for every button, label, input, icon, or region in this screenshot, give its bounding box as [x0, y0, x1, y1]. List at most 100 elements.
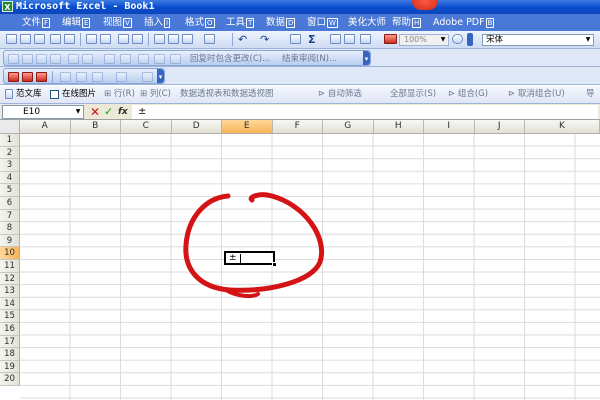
toolbar-options-icon[interactable]: ▾ — [157, 69, 164, 83]
menu-beautify-master[interactable]: 美化大师 — [348, 15, 386, 30]
permission-icon[interactable] — [50, 34, 61, 44]
enter-check-icon[interactable]: ✓ — [104, 104, 113, 120]
column-header-c[interactable]: C — [121, 120, 172, 134]
row-header-2[interactable]: 2 — [0, 146, 20, 160]
insert-function-icon[interactable]: fx — [118, 104, 128, 120]
row-button[interactable]: ⊞ 行(R) — [104, 88, 135, 101]
row-header-12[interactable]: 12 — [0, 272, 20, 286]
cancel-icon[interactable]: ✕ — [90, 104, 100, 120]
menu-help[interactable]: 帮助 H — [392, 15, 422, 30]
autofilter-button[interactable]: ⊳ 自动筛选 — [318, 88, 362, 101]
show-comment-icon[interactable] — [82, 54, 93, 64]
more-button[interactable]: 导 — [586, 88, 595, 101]
pivot-table-button[interactable]: 数据透视表和数据透视图 — [180, 88, 274, 101]
pdf-convert-icon[interactable] — [8, 72, 19, 82]
paste-icon[interactable] — [182, 34, 193, 44]
chart-wizard-icon[interactable] — [360, 34, 371, 44]
row-header-1[interactable]: 1 — [0, 134, 20, 147]
hyperlink-icon[interactable] — [290, 34, 301, 44]
menu-tools[interactable]: 工具 T — [226, 15, 255, 30]
toolbar-grip-icon[interactable] — [467, 33, 473, 46]
active-cell-e10[interactable]: ± — [224, 251, 275, 265]
template-icon[interactable] — [5, 89, 13, 99]
formula-input[interactable]: ± — [132, 105, 598, 119]
row-header-5[interactable]: 5 — [0, 184, 20, 197]
copy-icon[interactable] — [168, 34, 179, 44]
column-button[interactable]: ⊞ 列(C) — [140, 88, 171, 101]
email-icon[interactable] — [64, 34, 75, 44]
template-library-button[interactable]: 范文库 — [16, 88, 42, 101]
row-header-7[interactable]: 7 — [0, 209, 20, 223]
menu-data[interactable]: 数据 D — [266, 15, 296, 30]
delete-comment-icon[interactable] — [120, 54, 131, 64]
cell-grid[interactable] — [20, 134, 600, 400]
properties-icon[interactable] — [116, 72, 127, 82]
accept-change-icon[interactable] — [22, 54, 33, 64]
format-painter-icon[interactable] — [204, 34, 215, 44]
sort-ascending-icon[interactable] — [330, 34, 341, 44]
row-header-17[interactable]: 17 — [0, 335, 20, 349]
sort-descending-icon[interactable] — [344, 34, 355, 44]
pdf-review-icon[interactable] — [36, 72, 47, 82]
menu-file[interactable]: 文件 F — [22, 15, 51, 30]
drawing-icon[interactable] — [384, 34, 397, 44]
web-icon[interactable] — [60, 72, 71, 82]
row-header-16[interactable]: 16 — [0, 323, 20, 336]
row-header-6[interactable]: 6 — [0, 197, 20, 210]
column-header-k[interactable]: K — [525, 120, 600, 134]
previous-comment-icon[interactable] — [50, 54, 61, 64]
end-review-button[interactable]: 结束审阅(N)... — [282, 53, 337, 66]
ungroup-button[interactable]: ⊳ 取消组合(U) — [508, 88, 565, 101]
new-document-icon[interactable] — [6, 34, 17, 44]
link-icon[interactable] — [76, 72, 87, 82]
menu-view[interactable]: 视图 V — [103, 15, 132, 30]
fill-handle[interactable] — [272, 262, 277, 267]
new-comment-icon[interactable] — [138, 54, 149, 64]
redo-icon[interactable]: ↷ — [260, 32, 269, 47]
toolbar-options-icon[interactable]: ▾ — [363, 51, 370, 65]
column-header-f[interactable]: F — [272, 120, 323, 134]
cut-icon[interactable] — [154, 34, 165, 44]
print-icon[interactable] — [86, 34, 97, 44]
row-header-15[interactable]: 15 — [0, 310, 20, 323]
row-header-18[interactable]: 18 — [0, 348, 20, 361]
row-header-19[interactable]: 19 — [0, 360, 20, 374]
excel-app-icon[interactable]: X — [2, 1, 13, 12]
menu-adobe-pdf[interactable]: Adobe PDF B — [433, 15, 495, 30]
next-comment-icon[interactable] — [68, 54, 79, 64]
menu-edit[interactable]: 编辑 E — [62, 15, 91, 30]
column-header-d[interactable]: D — [171, 120, 222, 134]
column-header-b[interactable]: B — [70, 120, 121, 134]
row-header-4[interactable]: 4 — [0, 171, 20, 185]
row-header-3[interactable]: 3 — [0, 159, 20, 172]
font-name-select[interactable]: 宋体 ▼ — [482, 34, 594, 46]
column-header-g[interactable]: G — [323, 120, 374, 134]
row-header-8[interactable]: 8 — [0, 222, 20, 235]
open-folder-icon[interactable] — [20, 34, 31, 44]
send-for-review-icon[interactable] — [154, 54, 165, 64]
print-preview-icon[interactable] — [100, 34, 111, 44]
highlight-icon[interactable] — [170, 54, 181, 64]
menu-insert[interactable]: 插入 I — [144, 15, 171, 30]
column-header-h[interactable]: H — [373, 120, 424, 134]
track-changes-icon[interactable] — [8, 54, 19, 64]
column-header-a[interactable]: A — [20, 120, 71, 134]
row-header-9[interactable]: 9 — [0, 234, 20, 248]
zoom-box[interactable]: 100% ▼ — [399, 34, 449, 46]
row-header-10[interactable]: 10 — [0, 247, 20, 260]
show-all-button[interactable]: 全部显示(S) — [390, 88, 436, 101]
spelling-icon[interactable] — [118, 34, 129, 44]
settings-icon[interactable] — [142, 72, 153, 82]
menu-window[interactable]: 窗口 W — [307, 15, 338, 30]
undo-icon[interactable]: ↶ — [238, 32, 247, 47]
row-header-13[interactable]: 13 — [0, 285, 20, 298]
show-all-comments-icon[interactable] — [104, 54, 115, 64]
chevron-down-icon[interactable]: ▼ — [74, 108, 82, 116]
menu-format[interactable]: 格式 O — [185, 15, 215, 30]
column-header-i[interactable]: I — [424, 120, 475, 134]
help-icon[interactable] — [452, 34, 463, 44]
save-icon[interactable] — [34, 34, 45, 44]
column-header-j[interactable]: J — [474, 120, 525, 134]
autosum-icon[interactable]: Σ — [308, 32, 316, 47]
pdf-email-icon[interactable] — [22, 72, 33, 82]
